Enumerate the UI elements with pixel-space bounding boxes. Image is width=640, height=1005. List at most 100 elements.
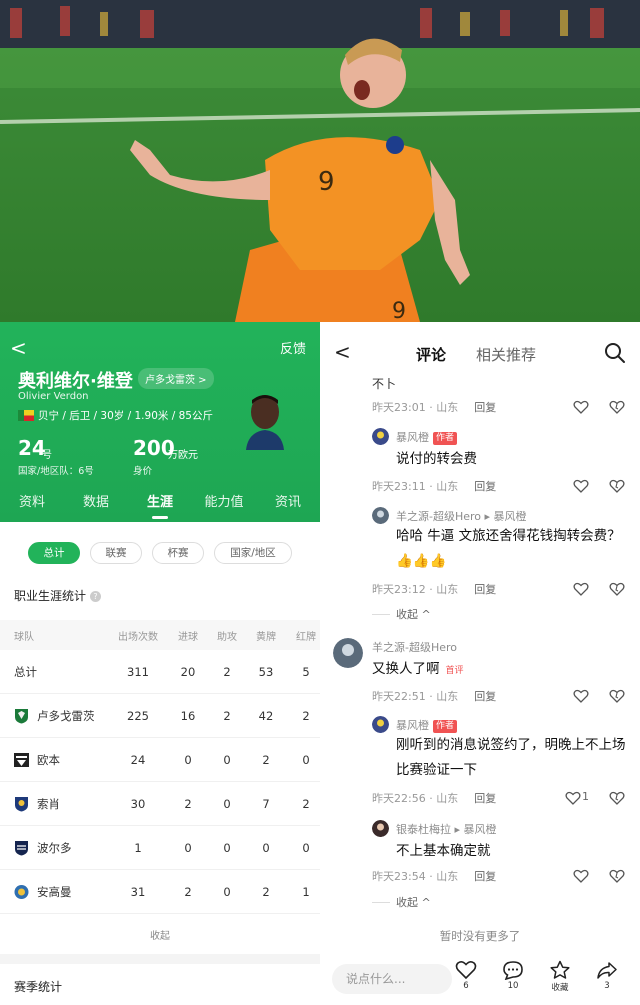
- team-name: 索肖: [37, 796, 60, 811]
- favorite-label: 收藏: [551, 983, 569, 993]
- yellow-value: 7: [262, 796, 270, 811]
- comment-username[interactable]: 暴风橙: [396, 431, 429, 444]
- user-avatar[interactable]: [372, 428, 389, 445]
- fold-replies-button[interactable]: 收起 ^: [372, 606, 431, 622]
- like-icon[interactable]: [573, 400, 589, 414]
- user-avatar[interactable]: [372, 820, 389, 837]
- comment-user[interactable]: 暴风橙 作者: [396, 717, 458, 733]
- table-header-row: 球队 出场次数 进球 助攻 黄牌 红牌: [0, 620, 320, 650]
- player-meta: 贝宁 / 后卫 / 30岁 / 1.90米 / 85公斤: [38, 410, 213, 422]
- like-icon[interactable]: [573, 582, 589, 596]
- tab-career[interactable]: 生涯: [128, 488, 192, 522]
- dislike-icon[interactable]: [609, 479, 625, 493]
- comment-meta: 昨天22:51 · 山东 回复: [372, 688, 496, 704]
- comments-nav: < 评论 相关推荐: [320, 322, 640, 380]
- help-icon[interactable]: ?: [90, 591, 102, 602]
- filter-national[interactable]: 国家/地区: [214, 542, 292, 564]
- comment-time: 昨天23:12 · 山东: [372, 583, 459, 596]
- comment-text: 哈哈 牛逼 文旅还舍得花钱掏转会费？👍👍👍: [396, 528, 621, 569]
- goals-value: 0: [184, 752, 192, 767]
- like-action[interactable]: 6: [451, 960, 481, 991]
- like-icon[interactable]: [573, 689, 589, 703]
- tab-ratings[interactable]: 能力值: [192, 488, 256, 522]
- share-action[interactable]: 3: [592, 960, 622, 991]
- dislike-icon[interactable]: [609, 400, 625, 414]
- user-avatar[interactable]: [333, 638, 363, 668]
- svg-text:9: 9: [392, 299, 406, 322]
- table-row[interactable]: 卢多戈雷茨 225 16 2 42 2: [0, 694, 320, 738]
- table-row[interactable]: 安高曼 31 2 0 2 1: [0, 870, 320, 914]
- reply-button[interactable]: 回复: [474, 690, 496, 703]
- club-tag-link[interactable]: 卢多戈雷茨 >: [138, 368, 214, 389]
- like-icon[interactable]: [573, 479, 589, 493]
- comment-meta: 昨天22:56 · 山东 回复: [372, 790, 496, 806]
- tab-data[interactable]: 数据: [64, 488, 128, 522]
- collapse-table-button[interactable]: 收起: [0, 927, 320, 942]
- team-cell: 安高曼: [14, 870, 72, 913]
- hero-photo: 9 9: [0, 0, 640, 322]
- tab-news[interactable]: 资讯: [256, 488, 320, 522]
- goals-value: 2: [184, 796, 192, 811]
- back-icon[interactable]: <: [10, 336, 27, 360]
- author-badge: 作者: [433, 432, 458, 445]
- back-icon[interactable]: <: [334, 340, 351, 364]
- user-avatar[interactable]: [372, 716, 389, 733]
- comment-text-wrap: 又换人了啊 首评: [372, 657, 464, 684]
- comment-meta: 昨天23:54 · 山东 回复: [372, 868, 496, 884]
- yellow-value: 53: [258, 664, 274, 679]
- comment-user[interactable]: 银泰杜梅拉 ▸ 暴风橙: [396, 821, 497, 837]
- header-apps: 出场次数: [118, 631, 158, 643]
- team-name: 安高曼: [37, 884, 72, 899]
- table-row[interactable]: 索肖 30 2 0 7 2: [0, 782, 320, 826]
- dislike-icon[interactable]: [609, 791, 625, 805]
- filter-cup[interactable]: 杯赛: [152, 542, 204, 564]
- comment-action[interactable]: 10: [498, 960, 528, 991]
- reply-button[interactable]: 回复: [474, 870, 496, 883]
- comment-username[interactable]: 暴风橙: [396, 719, 429, 732]
- user-avatar[interactable]: [372, 507, 389, 524]
- favorite-action[interactable]: 收藏: [545, 960, 575, 993]
- feedback-button[interactable]: 反馈: [280, 338, 306, 357]
- share-count: 3: [604, 981, 610, 991]
- reply-button[interactable]: 回复: [474, 401, 496, 414]
- assists-value: 2: [223, 664, 231, 679]
- like-icon[interactable]: [565, 791, 581, 805]
- filter-total[interactable]: 总计: [28, 542, 80, 564]
- like-icon[interactable]: [573, 869, 589, 883]
- filter-league[interactable]: 联赛: [90, 542, 142, 564]
- search-icon[interactable]: [604, 342, 626, 364]
- red-value: 0: [302, 840, 310, 855]
- reply-button[interactable]: 回复: [474, 480, 496, 493]
- comment-count: 10: [507, 981, 519, 991]
- red-value: 2: [302, 708, 310, 723]
- comment-meta: 昨天23:01 · 山东 回复: [372, 399, 496, 415]
- table-row[interactable]: 波尔多 1 0 0 0 0: [0, 826, 320, 870]
- dislike-icon[interactable]: [609, 869, 625, 883]
- comment-username[interactable]: 羊之源-超级Hero: [372, 639, 457, 655]
- heart-icon: [455, 961, 477, 980]
- comment-input[interactable]: 说点什么...: [332, 964, 452, 994]
- fold-replies-button[interactable]: 收起 ^: [372, 894, 431, 910]
- table-row[interactable]: 欧本 24 0 0 2 0: [0, 738, 320, 782]
- dislike-icon[interactable]: [609, 689, 625, 703]
- svg-text:9: 9: [318, 167, 335, 197]
- reply-button[interactable]: 回复: [474, 792, 496, 805]
- player-name: 奥利维尔·维登: [18, 371, 133, 392]
- tab-comments[interactable]: 评论: [416, 344, 446, 365]
- comment-text: 说付的转会费: [396, 451, 477, 467]
- table-row: 总计 311 20 2 53 5: [0, 650, 320, 694]
- comment-user[interactable]: 暴风橙 作者: [396, 429, 458, 445]
- comment-user[interactable]: 羊之源-超级Hero ▸ 暴风橙: [396, 508, 527, 524]
- tab-related[interactable]: 相关推荐: [476, 344, 536, 365]
- dislike-icon[interactable]: [609, 582, 625, 596]
- red-value: 2: [302, 796, 310, 811]
- goals-value: 0: [184, 840, 192, 855]
- comment-meta: 昨天23:11 · 山东 回复: [372, 478, 496, 494]
- team-cell: 欧本: [14, 738, 60, 781]
- reply-button[interactable]: 回复: [474, 583, 496, 596]
- comment-time: 昨天23:11 · 山东: [372, 480, 459, 493]
- comment-text: 刚听到的消息说签约了，明晚上不上场比赛验证一下: [396, 737, 626, 778]
- yellow-value: 2: [262, 884, 270, 899]
- season-stats-title: 赛季统计: [14, 980, 63, 994]
- tab-profile[interactable]: 资料: [0, 488, 64, 522]
